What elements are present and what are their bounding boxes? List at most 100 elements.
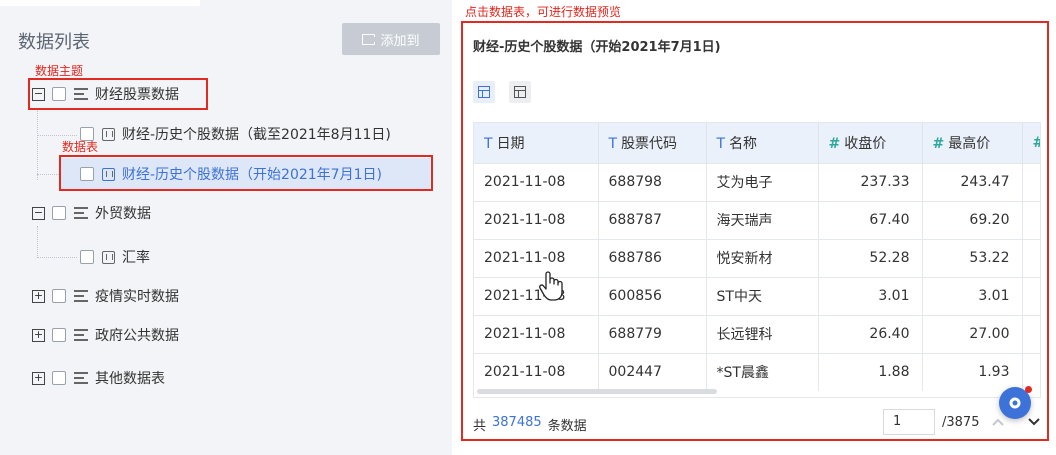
column-header[interactable]: # 最高价 [922, 123, 1023, 163]
table-cell: 2021-11-08 [474, 314, 599, 353]
help-chat-button[interactable] [999, 386, 1032, 419]
tree-node-label: 政府公共数据 [95, 328, 179, 344]
horizontal-scrollbar[interactable] [477, 389, 717, 394]
table-cell: 艾为电子 [706, 162, 819, 201]
numeric-type-icon: # [1033, 135, 1041, 151]
column-header[interactable]: # [1022, 123, 1041, 163]
text-type-icon: T [484, 135, 493, 152]
annotation-preview-hint: 点击数据表，可进行数据预览 [465, 5, 622, 19]
table-cell: 3.01 [922, 276, 1023, 315]
column-header[interactable]: T 股票代码 [598, 123, 707, 163]
column-header-label: 名称 [729, 135, 758, 152]
table-cell: 69.20 [922, 200, 1023, 239]
checkbox[interactable] [52, 328, 66, 342]
tree-node-label: 其他数据表 [95, 371, 165, 387]
table-cell [1022, 162, 1040, 201]
column-header-label: 最高价 [948, 135, 991, 152]
table-cell: 67.40 [818, 200, 923, 239]
numeric-type-icon: # [828, 135, 841, 152]
checkbox[interactable] [52, 289, 66, 303]
preview-table-container: T日期T股票代码T名称#收盘价#最高价# 2021-11-08688798艾为电… [473, 122, 1041, 398]
table-cell: 53.22 [922, 238, 1023, 277]
tree-node-government[interactable]: + 政府公共数据 [32, 324, 179, 346]
expand-icon[interactable]: + [32, 289, 45, 303]
table-cell: 243.47 [922, 162, 1023, 201]
tree-node-label: 外贸数据 [95, 206, 151, 222]
count-suffix: 条数据 [547, 419, 587, 434]
text-type-icon: T [608, 135, 618, 152]
tree-node-label: 疫情实时数据 [95, 289, 179, 305]
table-cell: 688787 [598, 200, 707, 239]
add-to-button[interactable]: 添加到 [342, 23, 440, 55]
table-cell: 2021-11-08 [474, 276, 599, 315]
table-cell: 2021-11-08 [474, 352, 599, 391]
table-row: 2021-11-08 002447 *ST晨鑫 1.88 1.93 [474, 352, 1040, 391]
table-cell: 悦安新材 [706, 238, 819, 277]
column-header-label: 股票代码 [621, 135, 678, 152]
subject-folder-icon [74, 371, 88, 385]
subject-folder-icon [74, 206, 88, 220]
table-cell [1022, 314, 1040, 353]
field-view-icon [514, 86, 526, 98]
table-row: 2021-11-08 688787 海天瑞声 67.40 69.20 [474, 200, 1040, 239]
table-cell: 27.00 [922, 314, 1023, 353]
annotation-table: 数据表 [62, 140, 99, 154]
table-cell: 26.40 [818, 314, 923, 353]
tree-node-label: 财经-历史个股数据（截至2021年8月11日) [122, 127, 391, 143]
table-icon [102, 250, 115, 264]
checkbox[interactable] [52, 371, 66, 385]
add-to-icon [362, 33, 379, 45]
table-cell: 海天瑞声 [706, 200, 819, 239]
table-view-button[interactable] [473, 81, 495, 103]
table-cell: 688779 [598, 314, 707, 353]
table-cell: 52.28 [818, 238, 923, 277]
table-view-icon [478, 86, 490, 98]
notification-dot [1025, 386, 1032, 393]
table-cell [1022, 200, 1040, 239]
page-number-input[interactable]: 1 [883, 409, 935, 435]
preview-title: 财经-历史个股数据（开始2021年7月1日) [473, 40, 721, 55]
column-header[interactable]: T 名称 [706, 123, 819, 163]
preview-table: T日期T股票代码T名称#收盘价#最高价# 2021-11-08688798艾为电… [474, 123, 1041, 391]
annotation-subject: 数据主题 [35, 64, 84, 78]
table-row: 2021-11-08 688779 长远锂科 26.40 27.00 [474, 314, 1040, 353]
tree-node-covid[interactable]: + 疫情实时数据 [32, 285, 179, 307]
data-list-panel: 数据列表 添加到 − 财经股票数据 财经-历史个股数据（截至2021年8月11日… [0, 0, 452, 455]
tree-node-finance-history-to-aug[interactable]: 财经-历史个股数据（截至2021年8月11日) [80, 123, 391, 145]
tree-node-exchange-rate[interactable]: 汇率 [80, 246, 150, 268]
expand-icon[interactable]: + [32, 328, 45, 342]
tree-node-other[interactable]: + 其他数据表 [32, 367, 165, 389]
hand-pointer-cursor-icon [539, 271, 563, 301]
table-cell: 600856 [598, 276, 707, 315]
field-view-button[interactable] [509, 81, 531, 103]
table-cell: 2021-11-08 [474, 238, 599, 277]
collapse-icon[interactable]: − [32, 206, 45, 220]
table-cell: 2021-11-08 [474, 200, 599, 239]
tree-node-trade[interactable]: − 外贸数据 [32, 202, 151, 224]
checkbox[interactable] [52, 206, 66, 220]
chevron-up-icon [992, 418, 1004, 426]
table-cell: 688786 [598, 238, 707, 277]
table-header-row: T日期T股票代码T名称#收盘价#最高价# [474, 123, 1041, 163]
tree-node-label: 汇率 [122, 250, 150, 266]
expand-icon[interactable]: + [32, 371, 45, 385]
column-header-label: 日期 [496, 135, 525, 152]
text-type-icon: T [716, 135, 726, 152]
subject-folder-icon [74, 289, 88, 303]
annotation-box-table [59, 155, 433, 191]
data-preview-panel: 财经-历史个股数据（开始2021年7月1日) T 日期 T 股票代码 T 名称 # 收盘价 # 最… [461, 21, 1049, 441]
table-cell [1022, 238, 1040, 277]
column-header-label: 收盘价 [844, 135, 887, 152]
record-count: 共 387485 条数据 [473, 415, 587, 434]
table-icon [102, 127, 115, 141]
table-cell [1022, 352, 1040, 391]
table-row: 2021-11-08 688798 艾为电子 237.33 243.47 [474, 162, 1040, 201]
table-cell [1022, 276, 1040, 315]
column-header[interactable]: T 日期 [474, 123, 599, 163]
table-cell: 1.88 [818, 352, 923, 391]
checkbox[interactable] [80, 250, 94, 264]
column-header[interactable]: # 收盘价 [818, 123, 923, 163]
annotation-box-subject [28, 78, 208, 110]
table-cell: *ST晨鑫 [706, 352, 819, 391]
chat-icon [1009, 397, 1021, 409]
